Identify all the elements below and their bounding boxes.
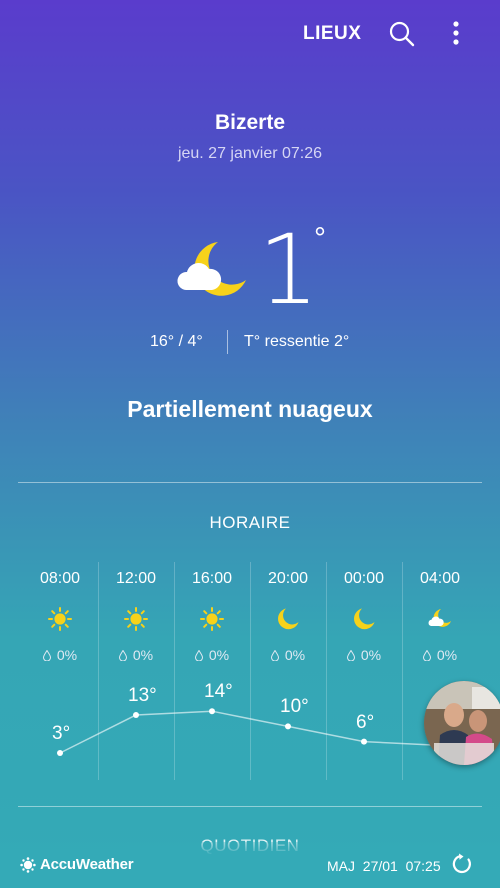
moon-partly-cloudy-icon [177,242,246,296]
hourly-temperature-graph [57,708,443,756]
hourly-forecast[interactable]: 08:00 0% 12:00 0% 16:00 0% 20:00 0% 00:0… [22,560,500,782]
hourly-title: HORAIRE [209,513,291,532]
temperature-point [57,750,63,756]
degree-symbol: ° [314,222,326,255]
accuweather-sun-icon [20,857,36,873]
hour-temperature: 6° [356,711,375,733]
photo-image [424,681,500,765]
avatar[interactable] [424,681,500,765]
temperature-point [209,708,215,715]
last-updated: MAJ 27/01 07:25 [327,858,441,874]
hour-temperature: 3° [52,723,71,744]
city-name: Bizerte [214,111,286,134]
weather-condition: Partiellement nuageux [127,396,373,422]
feels-like-temperature: T° ressentie 2° [244,333,350,350]
temperature-point [361,738,367,745]
refresh-icon[interactable] [451,853,473,875]
current-datetime: jeu. 27 janvier 07:26 [177,145,323,162]
accuweather-link[interactable]: AccuWeather [40,856,134,873]
hour-temperature: 13° [128,685,157,706]
locations-button[interactable]: LIEUX [303,23,361,45]
hour-temperature: 10° [280,696,309,718]
min-max-temperature: 16° / 4° [150,333,203,350]
divider [18,482,482,483]
temperature-point [285,723,291,730]
top-bar: LIEUX [0,0,500,66]
temperature-point [133,712,139,718]
current-temperature: 1 [258,214,320,326]
temperature-line [59,710,441,754]
more-vert-icon[interactable] [446,20,466,48]
hour-temperature: 14° [204,681,233,703]
divider [227,330,228,354]
divider [18,806,482,807]
search-icon[interactable] [388,20,416,48]
